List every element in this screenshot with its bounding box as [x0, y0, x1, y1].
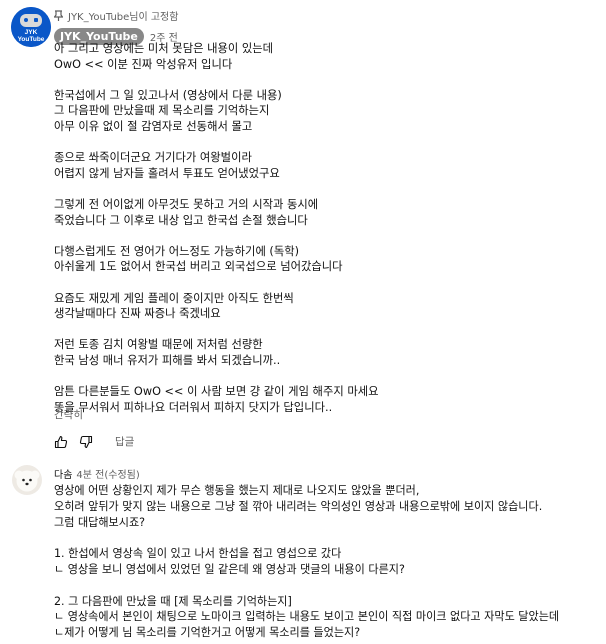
comment-line: 아쉬울게 1도 없어서 한국섭 버리고 외국섭으로 넘어갔습니다 [54, 260, 343, 274]
comment-line: 그럼 대답해보시죠? [54, 515, 146, 529]
comment-line: 그렇게 전 어이없게 아무것도 못하고 거의 시작과 동시에 [54, 197, 319, 211]
comment-line: 2. 그 다음판에 만났을 때 [제 목소리를 기억하는지] [54, 594, 292, 608]
avatar-text-line2: YouTube [18, 36, 45, 43]
comment-line: OwO << 이분 진짜 악성유저 입니다 [54, 57, 233, 71]
comment-line: ㄴ 영상속에서 본인이 채팅으로 노마이크 입력하는 내용도 보이고 본인이 직… [54, 610, 560, 624]
comment-line: 영상에 어떤 상황인지 제가 무슨 행동을 했는지 제대로 나오지도 않았을 뿐… [54, 484, 420, 497]
comment-body: 아 그리고 영상에는 미처 못담은 내용이 있는데 OwO << 이분 진짜 악성… [54, 41, 599, 415]
comment-actions: 답글 [54, 432, 134, 450]
comment-line: ㄴ제가 어떻게 님 목소리를 기억한거고 어떻게 목소리를 들었는지? [54, 626, 361, 640]
pinned-by-text: JYK_YouTube님이 고정함 [68, 11, 179, 23]
comment-line: 어렵지 않게 남자들 홀려서 투표도 얻어냈었구요 [54, 166, 280, 180]
pinned-indicator: JYK_YouTube님이 고정함 [54, 7, 178, 23]
comment-line: 죽었습니다 그 이후로 내상 입고 한국섭 손절 했습니다 [54, 213, 308, 227]
comment-line: 1. 한섭에서 영상속 일이 있고 나서 한섭을 접고 영섭으로 갔다 [54, 547, 342, 561]
comment-header-2: 다솜 4분 전(수정됨) [54, 465, 140, 481]
comment-line: 오히려 앞뒤가 맞지 않는 내용으로 그냥 절 깎아 내리려는 악의성인 영상과… [54, 499, 543, 513]
comment-line [54, 530, 602, 546]
comment-line: 한국섭에서 그 일 있고나서 (영상에서 다룬 내용) [54, 88, 282, 102]
avatar-text-line1: JYK [25, 29, 38, 36]
comment-line: 종으로 쏴죽이더군요 거기다가 여왕벌이라 [54, 151, 252, 165]
pin-icon [54, 9, 63, 21]
comment-line [54, 322, 599, 338]
comment-line [54, 228, 599, 244]
comment-line: 한국 남성 매너 유저가 피해를 봐서 되겠습니까.. [54, 353, 281, 367]
comment-line: 생각날때마다 진짜 짜증나 죽겠네요 [54, 307, 221, 321]
comment-line: 그 다음판에 만났을때 제 목소리를 기억하는지 [54, 104, 270, 118]
show-less-button[interactable]: 간략히 [54, 407, 83, 422]
like-icon[interactable] [54, 434, 68, 449]
comment-line [54, 578, 602, 594]
puppy-avatar-icon [12, 465, 42, 495]
comment-line: 다행스럽게도 전 영어가 어느정도 가능하기에 (독학) [54, 244, 300, 258]
comment-author-name[interactable]: 다솜 [54, 466, 72, 481]
comment-line [54, 181, 599, 197]
reply-button[interactable]: 답글 [115, 434, 134, 449]
comment-line: 아무 이유 없이 절 감염자로 선동해서 몰고 [54, 119, 253, 133]
channel-logo-icon: JYK YouTube [11, 7, 51, 47]
comment-line [54, 275, 599, 291]
dislike-icon[interactable] [79, 434, 93, 449]
comment-body-2: 영상에 어떤 상황인지 제가 무슨 행동을 했는지 제대로 나오지도 않았을 뿐… [54, 483, 602, 641]
comment-line: 저런 토종 김치 여왕벌 때문에 저처럼 선량한 [54, 338, 263, 352]
comment-line: 암튼 다른분들도 OwO << 이 사람 보면 걍 같이 게임 해주지 마세요 [54, 385, 379, 399]
comment-line: 아 그리고 영상에는 미처 못담은 내용이 있는데 [54, 42, 274, 55]
comment-line: ㄴ 영상을 보니 영섭에서 있었던 일 같은데 왜 영상과 댓글의 내용이 다른… [54, 562, 405, 576]
comment-line: 똥을 무서워서 피하나요 더러워서 피하지 닷지가 답입니다.. [54, 400, 333, 414]
channel-avatar[interactable]: JYK YouTube [11, 7, 51, 47]
comment-line: 요즘도 재밌게 게임 플레이 중이지만 아직도 한번씩 [54, 291, 294, 305]
comment-line [54, 72, 599, 88]
comment-timestamp-2[interactable]: 4분 전(수정됨) [76, 466, 139, 481]
comment-line [54, 135, 599, 151]
commenter-avatar[interactable] [12, 465, 42, 495]
comment-line [54, 368, 599, 384]
